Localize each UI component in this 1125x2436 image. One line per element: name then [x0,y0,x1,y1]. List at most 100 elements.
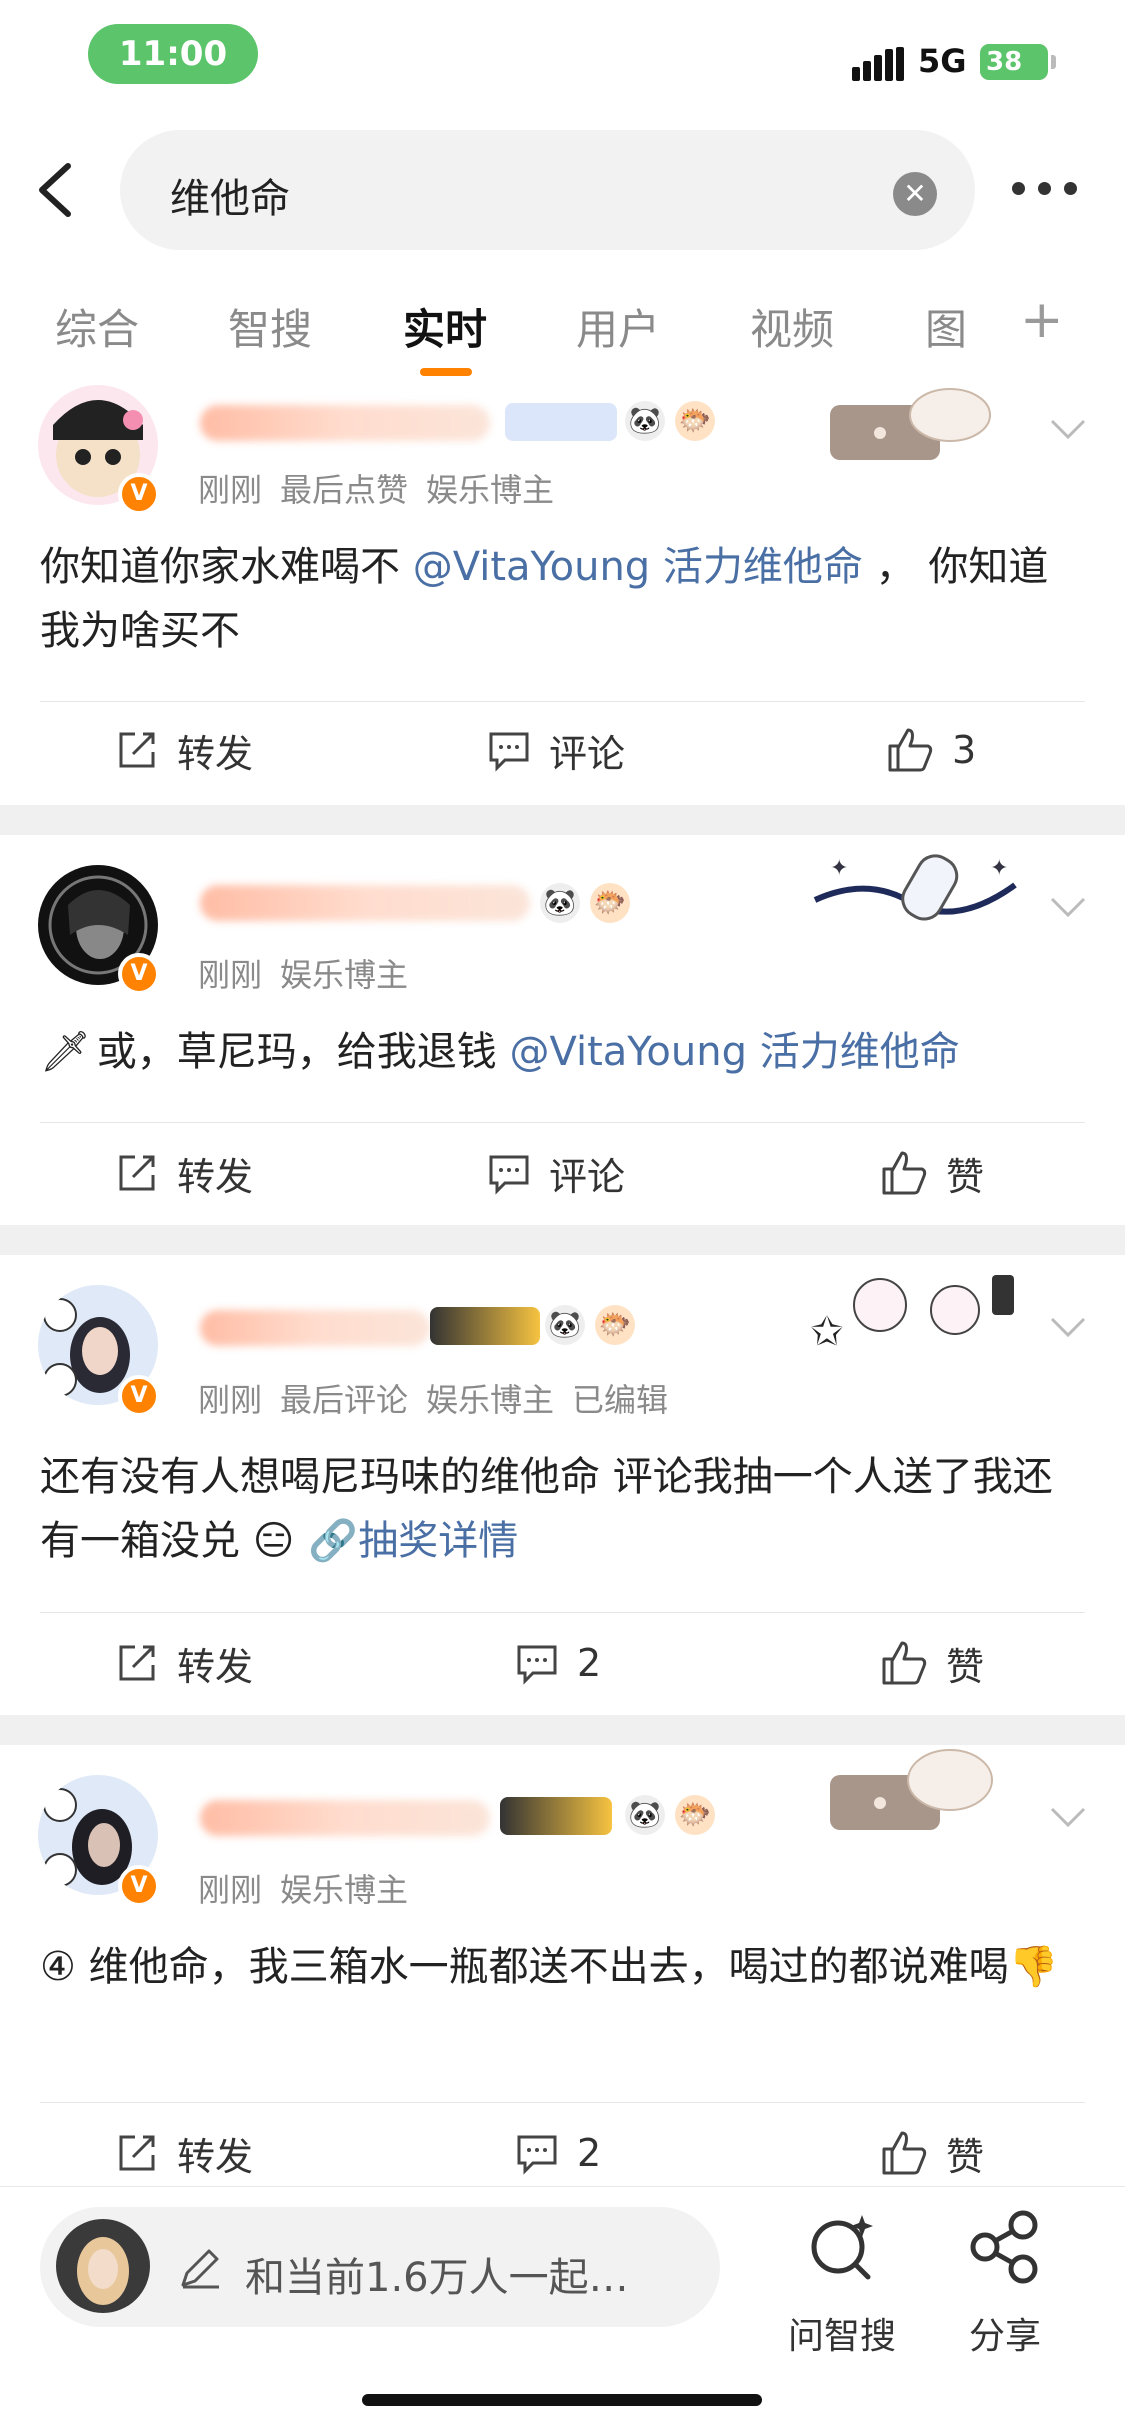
mention-link[interactable]: @VitaYoung 活力维他命 [510,1029,960,1075]
add-tab-icon[interactable]: + [1020,290,1064,350]
fish-icon: 🐡 [675,1795,715,1835]
username-blurred[interactable] [200,1800,490,1836]
share-icon [970,2210,1038,2284]
back-icon[interactable] [30,150,90,230]
post-card[interactable]: V 🐼 🐡 刚刚 娱乐博主 ④ 维他命，我三箱水一瓶都送不出去，喝过的都说难喝👎 … [0,1745,1125,2186]
card-decoration-icon: ✩ [810,1275,1014,1355]
post-meta: 刚刚 最后评论 娱乐博主 已编辑 [198,1375,686,1421]
like-button[interactable]: 赞 [880,2123,984,2183]
user-tag: 娱乐博主 [426,1381,555,1419]
chevron-down-icon[interactable] [1048,1315,1088,1339]
search-header: 维他命 ✕ [0,120,1125,260]
user-avatar[interactable] [56,2219,150,2313]
comment-button[interactable]: 评论 [487,1143,625,1203]
thumbs-up-icon [882,1151,927,1195]
tab-realtime[interactable]: 实时 [403,296,487,357]
like-button[interactable]: 赞 [880,1143,984,1203]
post-content: 你知道你家水难喝不 @VitaYoung 活力维他命 ， 你知道我为啥买不 [40,535,1085,663]
card-decoration-icon [830,1749,993,1830]
chevron-down-icon[interactable] [1048,417,1088,441]
panda-icon: 🐼 [545,1305,585,1345]
comment-button[interactable]: 2 [515,1633,601,1693]
repost-label: 转发 [177,1154,254,1199]
divider [40,2102,1085,2103]
compose-placeholder[interactable]: 和当前1.6万人一起… [245,2245,629,2303]
tab-smart-search[interactable]: 智搜 [228,296,312,357]
fish-icon: 🐡 [595,1305,635,1345]
comment-count: 2 [577,1641,602,1685]
smart-search-button[interactable]: 问智搜 [782,2207,902,2357]
post-separator [0,1715,1125,1745]
home-indicator[interactable] [362,2394,762,2406]
post-text: ④ 维他命，我三箱水一瓶都送不出去，喝过的都说难喝 [40,1944,1009,1990]
tab-comprehensive[interactable]: 综合 [55,296,139,357]
card-decoration-icon: ✦ ✦ [813,854,1017,921]
comment-button[interactable]: 2 [515,2123,601,2183]
user-tag: 娱乐博主 [280,956,409,994]
user-tag: 娱乐博主 [280,1871,409,1909]
battery-icon: 38 [980,44,1056,80]
repost-icon [119,1155,155,1191]
like-button[interactable]: 3 [886,720,976,780]
tab-images[interactable]: 图 [925,296,967,357]
username-blurred[interactable] [200,405,490,441]
like-label: 赞 [946,1644,985,1689]
post-meta: 刚刚 娱乐博主 [198,1865,426,1911]
repost-button[interactable]: 转发 [115,1143,253,1203]
svg-text:✦: ✦ [830,856,848,881]
repost-label: 转发 [177,2134,254,2179]
share-label: 分享 [968,2316,1041,2357]
chevron-down-icon[interactable] [1048,895,1088,919]
like-button[interactable]: 赞 [880,1633,984,1693]
dagger-icon: 🗡 [40,1029,91,1075]
edited-tag: 已编辑 [572,1381,669,1419]
repost-icon [119,2135,155,2171]
fish-icon: 🐡 [590,883,630,923]
svg-text:✩: ✩ [810,1309,844,1355]
tab-video[interactable]: 视频 [750,296,834,357]
compose-input[interactable]: 和当前1.6万人一起… [40,2207,720,2327]
verified-badge-icon: V [118,1865,160,1907]
post-content: 🗡 或，草尼玛，给我退钱 @VitaYoung 活力维他命 [40,1020,1085,1084]
username-blurred[interactable] [200,885,530,921]
divider [40,1122,1085,1123]
share-button[interactable]: 分享 [945,2207,1065,2357]
clear-icon[interactable]: ✕ [893,172,937,216]
post-time: 刚刚 [198,471,263,509]
mention-link[interactable]: @VitaYoung 活力维他命 [413,544,863,590]
repost-button[interactable]: 转发 [115,2123,253,2183]
repost-button[interactable]: 转发 [115,720,253,780]
repost-icon [119,732,155,768]
svg-text:✦: ✦ [990,856,1008,881]
status-time: 11:00 [88,24,258,84]
post-activity: 最后评论 [280,1381,409,1419]
post-time: 刚刚 [198,1381,263,1419]
post-text: 你知道你家水难喝不 [40,544,413,590]
lottery-details-link[interactable]: 抽奖详情 [358,1518,518,1564]
search-query[interactable]: 维他命 [170,166,290,224]
comment-button[interactable]: 评论 [487,720,625,780]
post-separator [0,1225,1125,1255]
post-card[interactable]: V 🐼 🐡 刚刚 最后点赞 娱乐博主 你知道你家水难喝不 @VitaYoung 活力… [0,385,1125,805]
username-blurred[interactable] [200,1310,430,1346]
chevron-down-icon[interactable] [1048,1805,1088,1829]
comment-icon [489,732,529,772]
panda-icon: 🐼 [625,401,665,441]
comment-icon [489,1155,529,1195]
verified-badge-icon: V [118,473,160,515]
thumbs-up-icon [882,2131,927,2175]
tab-users[interactable]: 用户 [576,296,660,357]
post-content: 还有没有人想喝尼玛味的维他命 评论我抽一个人送了我还有一箱没兑 😑 🔗抽奖详情 [40,1445,1085,1573]
more-icon[interactable] [1012,172,1082,202]
post-separator [0,805,1125,835]
verified-badge-icon: V [118,953,160,995]
repost-icon [119,1645,155,1681]
post-card[interactable]: V 🐼 🐡 ✦ ✦ 刚刚 娱乐博主 🗡 或，草尼玛，给我退钱 @VitaYoung 活… [0,835,1125,1225]
signal-icon [852,47,904,81]
post-card[interactable]: V 🐼 🐡 ✩ 刚刚 最后评论 娱乐博主 已编辑 还有没有人想喝尼玛味的维他命 评论我… [0,1255,1125,1715]
repost-button[interactable]: 转发 [115,1633,253,1693]
comment-icon [517,1645,557,1685]
link-icon: 🔗 [308,1518,359,1564]
post-meta: 刚刚 最后点赞 娱乐博主 [198,465,572,511]
search-input[interactable]: 维他命 ✕ [120,130,975,250]
